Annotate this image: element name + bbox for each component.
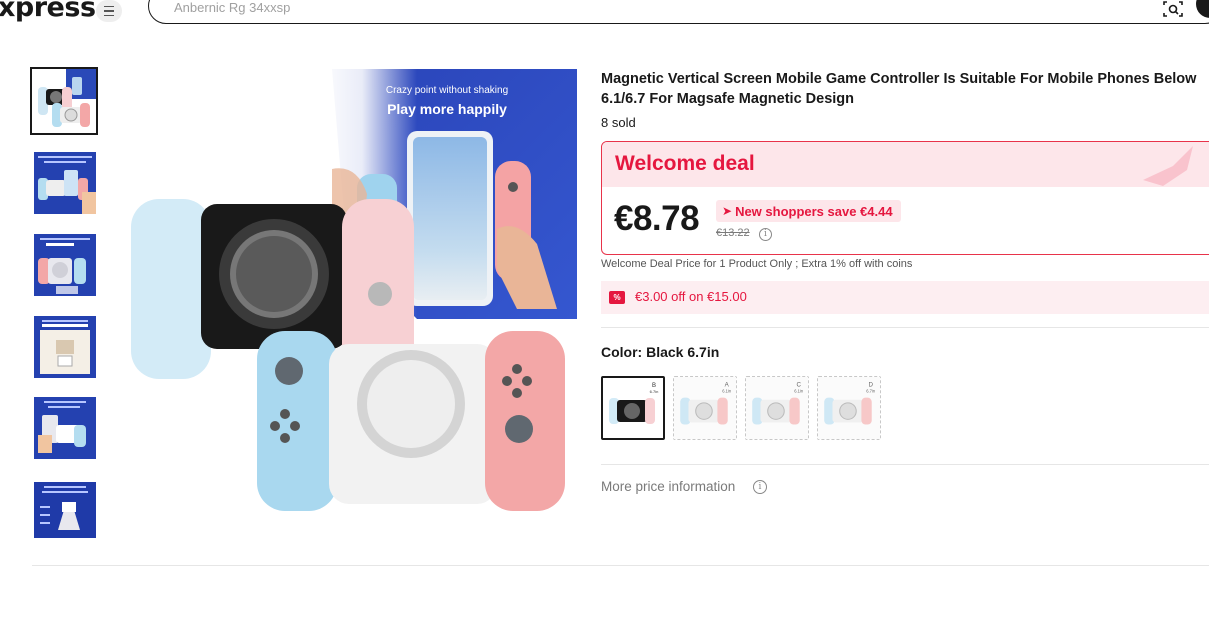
menu-icon <box>104 4 114 18</box>
swatch-size: 6.1in <box>794 389 804 394</box>
sold-count: 8 sold <box>601 115 636 130</box>
banner-subheading: Crazy point without shaking <box>386 85 508 96</box>
save-badge: ➤ New shoppers save €4.44 <box>716 200 901 222</box>
deal-swoosh-icon <box>1143 146 1193 186</box>
divider <box>601 327 1209 328</box>
more-price-link[interactable]: More price information <box>601 479 735 494</box>
save-badge-text: New shoppers save €4.44 <box>735 203 893 219</box>
swatch-size: 6.7in <box>866 389 876 394</box>
divider <box>601 464 1209 465</box>
swatch-size: 6.1in <box>722 389 732 394</box>
banner-heading: Play more happily <box>387 101 507 117</box>
deal-header: Welcome deal <box>602 142 1209 187</box>
coupon-icon: % <box>609 291 625 304</box>
color-option-d[interactable]: D 6.7in <box>817 376 881 440</box>
color-label: Color: Black 6.7in <box>601 344 720 360</box>
search-bar[interactable] <box>148 0 1209 24</box>
main-product-image[interactable]: Crazy point without shaking Play more ha… <box>117 69 577 529</box>
info-icon[interactable]: i <box>753 480 767 494</box>
color-option-b[interactable]: B 6.7in <box>601 376 665 440</box>
thumbnail-6[interactable] <box>34 479 96 541</box>
bolt-icon: ➤ <box>722 204 733 218</box>
deal-note: Welcome Deal Price for 1 Product Only ; … <box>601 258 913 270</box>
thumbnail-2[interactable] <box>34 152 96 214</box>
thumbnail-5[interactable] <box>34 397 96 459</box>
color-option-c[interactable]: C 6.1in <box>745 376 809 440</box>
thumbnail-3[interactable] <box>34 234 96 296</box>
color-option-a[interactable]: A 6.1in <box>673 376 737 440</box>
original-price: €13.22 <box>716 227 750 239</box>
product-title: Magnetic Vertical Screen Mobile Game Con… <box>601 71 1197 107</box>
site-logo[interactable]: xpress <box>0 0 96 23</box>
image-search-icon[interactable] <box>1162 0 1184 18</box>
menu-button[interactable] <box>96 0 122 22</box>
coupon-text: €3.00 off on €15.00 <box>635 289 747 304</box>
thumbnail-4[interactable] <box>34 316 96 378</box>
section-divider <box>32 565 1209 566</box>
swatch-tag: D <box>868 381 873 388</box>
welcome-deal-box: Welcome deal €8.78 ➤ New shoppers save €… <box>601 141 1209 255</box>
current-price: €8.78 <box>614 199 700 238</box>
swatch-tag: C <box>796 381 801 388</box>
price-info-icon[interactable]: i <box>759 228 772 241</box>
thumbnail-1[interactable] <box>30 67 98 135</box>
swatch-size: 6.7in <box>650 389 659 394</box>
coupon-banner[interactable]: % €3.00 off on €15.00 <box>601 281 1209 314</box>
search-input[interactable]: Anbernic Rg 34xxsp <box>174 0 290 15</box>
deal-heading: Welcome deal <box>615 152 755 175</box>
